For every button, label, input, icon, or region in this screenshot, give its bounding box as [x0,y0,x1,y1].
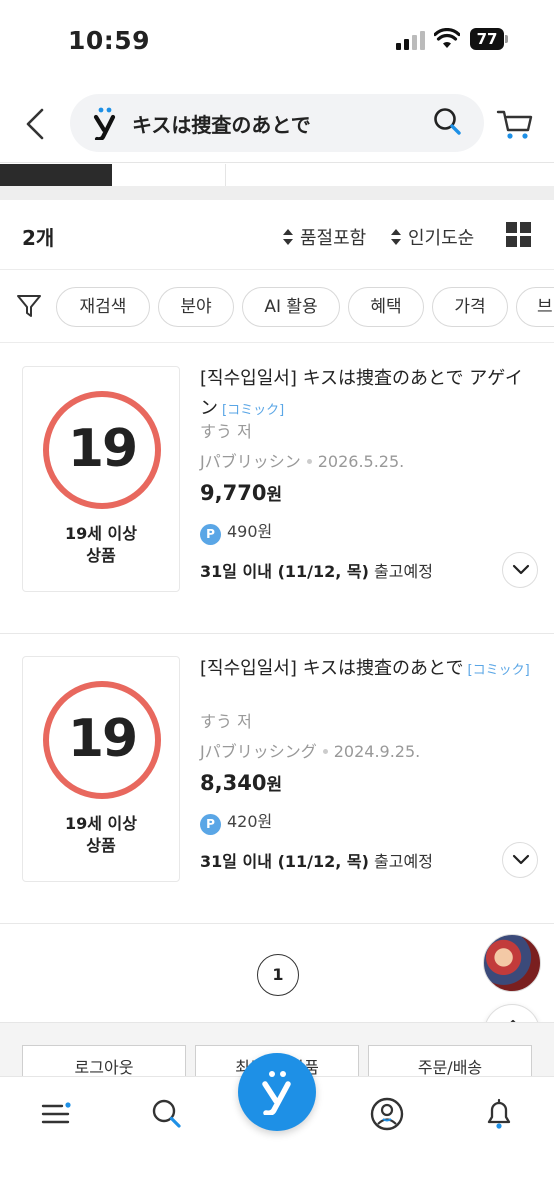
shipping-info: 31일 이내 (11/12, 목) 출고예정 [200,558,433,582]
cart-icon[interactable] [496,106,534,140]
chevron-down-icon [512,854,530,865]
notification-bell-icon[interactable] [482,1097,516,1131]
product-publisher[interactable]: Jパブリッシング [200,742,317,761]
my-page-icon[interactable] [370,1097,404,1131]
product-author[interactable]: すう 저 [200,708,252,732]
page-number-current[interactable]: 1 [257,954,299,996]
expand-button[interactable] [502,552,538,588]
product-title-text: [직수입일서] キスは捜査のあとで [200,658,464,679]
filter-chip-price[interactable]: 가격 [432,287,508,327]
search-icon[interactable] [150,1097,184,1131]
product-thumbnail[interactable]: 19 19세 이상 상품 [22,366,180,592]
menu-icon[interactable] [40,1097,74,1131]
age-label-line1: 19세 이상 [65,524,137,543]
product-points: P 490원 [200,518,272,545]
battery-level: 77 [470,28,504,50]
home-button[interactable] [238,1053,316,1131]
age-restriction-label: 19세 이상 상품 [23,813,179,857]
search-icon[interactable] [432,106,464,138]
recent-item-avatar[interactable] [483,934,541,992]
filter-chip-research[interactable]: 재검색 [56,287,150,327]
filter-funnel-icon[interactable] [16,293,42,319]
product-card[interactable]: 19 19세 이상 상품 [직수입일서] キスは捜査のあとで アゲイン [コミック… [0,344,554,634]
battery-icon: 77 [470,28,508,50]
age-restriction-badge: 19 [43,391,161,509]
sort-option-label: 인기도순 [408,228,475,249]
cellular-signal-icon [396,31,425,50]
sort-option-label: 품절포함 [300,228,367,249]
product-thumbnail[interactable]: 19 19세 이상 상품 [22,656,180,882]
category-tag: [コミック] [222,403,285,418]
price-unit: 원 [266,775,283,795]
age-label-line2: 상품 [86,836,116,855]
chevron-down-icon [512,564,530,575]
product-title[interactable]: [직수입일서] キスは捜査のあとで [コミック] [200,654,536,686]
section-divider [0,186,554,200]
filter-chip-ai[interactable]: AI 활용 [242,287,340,327]
yes24-logo-icon [93,107,116,140]
search-header: キスは捜査のあとで [0,94,554,154]
sort-option-soldout[interactable]: 품절포함 [282,224,366,250]
filter-chip-benefit[interactable]: 혜택 [348,287,424,327]
price-number: 8,340 [200,771,267,795]
result-count: 2개 [22,226,55,250]
tab-active-indicator[interactable] [0,164,112,186]
bottom-navigation [0,1053,554,1200]
product-publisher-line: Jパブリッシング 2024.9.25. [200,738,420,762]
status-bar: 10:59 77 [0,0,554,82]
product-date: 2024.9.25. [333,742,421,761]
filter-chip-more[interactable]: 브 [516,287,554,327]
home-logo-icon [262,1071,291,1115]
age-label-line1: 19세 이상 [65,814,137,833]
search-query: キスは捜査のあとで [132,113,311,137]
filter-bar: 재검색 분야 AI 활용 혜택 가격 브 [0,271,554,343]
price-unit: 원 [266,485,283,505]
shipping-info: 31일 이내 (11/12, 목) 출고예정 [200,848,433,872]
result-toolbar: 2개 품절포함 인기도순 [0,200,554,270]
points-value: 490원 [227,522,273,541]
category-tab-strip [0,162,554,186]
product-card[interactable]: 19 19세 이상 상품 [직수입일서] キスは捜査のあとで [コミック] すう … [0,634,554,924]
grid-view-icon[interactable] [506,222,532,248]
sort-option-popularity[interactable]: 인기도순 [390,224,474,250]
product-publisher-line: Jパブリッシン 2026.5.25. [200,448,404,472]
product-date: 2026.5.25. [317,452,405,471]
shipping-status: 출고예정 [374,852,433,871]
product-author[interactable]: すう 저 [200,418,252,442]
sort-arrows-icon [391,229,401,245]
tab-divider [225,164,226,186]
points-value: 420원 [227,812,273,831]
points-badge-icon: P [200,814,221,835]
category-tag: [コミック] [467,663,530,678]
product-price: 8,340원 [200,770,282,795]
shipping-date: 31일 이내 (11/12, 목) [200,562,369,581]
sort-arrows-icon [283,229,293,245]
product-price: 9,770원 [200,480,282,505]
status-time: 10:59 [68,26,151,55]
expand-button[interactable] [502,842,538,878]
points-badge-icon: P [200,524,221,545]
shipping-date: 31일 이내 (11/12, 목) [200,852,369,871]
price-number: 9,770 [200,481,267,505]
wifi-icon [434,28,460,48]
back-arrow-icon[interactable] [22,106,48,142]
product-points: P 420원 [200,808,272,835]
shipping-status: 출고예정 [374,562,433,581]
product-title[interactable]: [직수입일서] キスは捜査のあとで アゲイン [コミック] [200,364,536,426]
product-publisher[interactable]: Jパブリッシン [200,452,301,471]
filter-chip-category[interactable]: 분야 [158,287,234,327]
age-restriction-label: 19세 이상 상품 [23,523,179,567]
search-input[interactable]: キスは捜査のあとで [70,94,484,152]
age-restriction-badge: 19 [43,681,161,799]
age-label-line2: 상품 [86,546,116,565]
